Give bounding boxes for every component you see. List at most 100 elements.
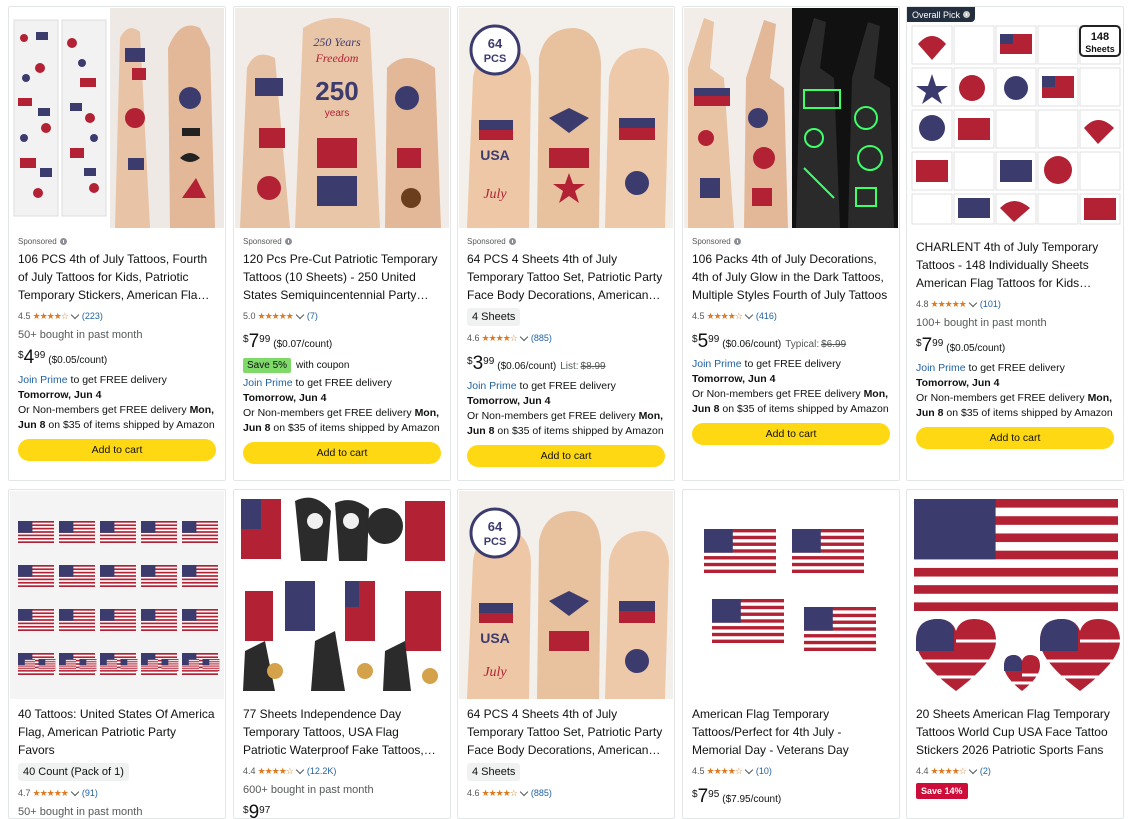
chevron-down-icon [70,787,80,796]
info-icon[interactable] [59,237,67,245]
nonmember-suffix: on $35 of items shipped by Amazon [45,419,215,431]
price[interactable]: $ 3 99 ($0.06/count) List: $8.99 [467,354,665,376]
years-small-text: years [325,108,349,119]
product-image-8[interactable]: 64 PCS USA July [459,491,673,699]
overall-pick-label: Overall Pick [912,9,961,20]
add-to-cart-button[interactable]: Add to cart [467,445,665,467]
chevron-down-icon [295,310,305,319]
rating-value: 4.4 [916,766,929,776]
sponsored-label: Sponsored [18,235,216,247]
product-title[interactable]: 40 Tattoos: United States Of America Fla… [18,705,216,759]
add-to-cart-button[interactable]: Add to cart [692,423,890,445]
rating-row[interactable]: 4.4 ★★★★☆ (2) [916,765,1114,777]
product-title[interactable]: 120 Pcs Pre-Cut Patriotic Temporary Tatt… [243,250,441,304]
product-image-3[interactable]: 64 PCS USA July [459,8,673,228]
price-whole: 7 [921,335,933,356]
product-image-7[interactable] [235,491,449,699]
product-title[interactable]: American Flag Temporary Tattoos/Perfect … [692,705,890,759]
product-card-6[interactable]: 40 Tattoos: United States Of America Fla… [8,489,226,819]
price-whole: 9 [248,802,260,819]
rating-row[interactable]: 4.5 ★★★★☆ (416) [692,310,890,322]
add-to-cart-button[interactable]: Add to cart [916,427,1114,449]
price[interactable]: $ 7 95 ($7.95/count) [692,787,890,809]
rating-row[interactable]: 4.4 ★★★★☆ (12.2K) [243,765,441,777]
product-image-2[interactable]: 250 Years Freedom 250 years [235,8,449,228]
chevron-down-icon [744,310,754,319]
product-card-8[interactable]: 64 PCS USA July 64 PCS 4 Sheets 4th of J… [457,489,675,819]
rating-row[interactable]: 5.0 ★★★★★ (7) [243,310,441,322]
rating-row[interactable]: 4.5 ★★★★☆ (10) [692,765,890,777]
product-title[interactable]: 64 PCS 4 Sheets 4th of July Temporary Ta… [467,250,665,304]
typical-price: Typical: $6.99 [785,339,847,350]
info-icon[interactable] [508,237,516,245]
size-option[interactable]: 40 Count (Pack of 1) [18,763,129,781]
product-title[interactable]: 64 PCS 4 Sheets 4th of July Temporary Ta… [467,705,665,759]
unit-price: ($0.06/count) [722,339,782,350]
product-card-3[interactable]: 64 PCS USA July Sponsored 64 PCS 4 Sheet… [457,6,675,481]
product-title[interactable]: 106 PCS 4th of July Tattoos, Fourth of J… [18,250,216,304]
product-card-7[interactable]: 77 Sheets Independence Day Temporary Tat… [233,489,451,819]
rating-row[interactable]: 4.6 ★★★★☆ (885) [467,332,665,344]
join-prime-link[interactable]: Join Prime [916,362,966,374]
product-card-2[interactable]: 250 Years Freedom 250 years Sponsored 12… [233,6,451,481]
rating-row[interactable]: 4.7 ★★★★★ (91) [18,787,216,799]
rating-row[interactable]: 4.5 ★★★★☆ (223) [18,310,216,322]
size-option[interactable]: 4 Sheets [467,763,521,781]
product-card-10[interactable]: 20 Sheets American Flag Temporary Tattoo… [906,489,1124,819]
review-count[interactable]: (91) [82,788,98,798]
size-option[interactable]: 4 Sheets [467,308,521,326]
deal-badge: Save 14% [916,783,968,799]
delivery-info: Join Prime to get FREE delivery Tomorrow… [18,373,216,433]
product-title[interactable]: 20 Sheets American Flag Temporary Tattoo… [916,705,1114,759]
add-to-cart-button[interactable]: Add to cart [18,439,216,461]
price[interactable]: $ 4 99 ($0.05/count) [18,348,216,370]
star-rating-icon: ★★★★☆ [930,765,967,776]
join-prime-link[interactable]: Join Prime [467,380,517,392]
price-fraction: 99 [932,338,944,349]
add-to-cart-button[interactable]: Add to cart [243,442,441,464]
bought-count: 600+ bought in past month [243,784,374,796]
product-title[interactable]: CHARLENT 4th of July Temporary Tattoos -… [916,238,1114,292]
price[interactable]: $ 7 99 ($0.05/count) [916,336,1114,358]
coupon[interactable]: Save 5% with coupon [243,358,441,373]
product-image-10[interactable] [908,491,1122,699]
chevron-down-icon [519,332,529,341]
join-prime-link[interactable]: Join Prime [692,358,742,370]
review-count[interactable]: (7) [307,311,318,321]
join-prime-link[interactable]: Join Prime [18,374,68,386]
price[interactable]: $ 9 97 [243,803,441,819]
review-count[interactable]: (10) [756,766,772,776]
rating-value: 5.0 [243,311,256,321]
product-image-9[interactable] [684,491,898,699]
price[interactable]: $ 5 99 ($0.06/count) Typical: $6.99 [692,332,890,354]
product-image-5[interactable]: 148 Sheets [908,8,1122,228]
info-icon[interactable] [284,237,292,245]
review-count[interactable]: (223) [82,311,103,321]
product-title[interactable]: 77 Sheets Independence Day Temporary Tat… [243,705,441,759]
product-image-4[interactable] [684,8,898,228]
product-image-1[interactable] [10,8,224,228]
product-card-5[interactable]: 148 Sheets CHARLENT 4th of July Temporar… [906,6,1124,481]
review-count[interactable]: (416) [756,311,777,321]
review-count[interactable]: (885) [531,333,552,343]
rating-row[interactable]: 4.6 ★★★★☆ (885) [467,787,665,799]
chevron-down-icon [744,765,754,774]
product-title[interactable]: 106 Packs 4th of July Decorations, 4th o… [692,250,890,304]
eagle-tattoo-image [235,491,449,699]
product-card-9[interactable]: American Flag Temporary Tattoos/Perfect … [682,489,900,819]
info-icon[interactable] [733,237,741,245]
review-count[interactable]: (2) [980,766,991,776]
info-icon[interactable] [963,11,971,18]
pcs-badge-number: 64 [488,519,503,534]
review-count[interactable]: (885) [531,788,552,798]
product-card-4[interactable]: Sponsored 106 Packs 4th of July Decorati… [682,6,900,481]
product-image-6[interactable] [10,491,224,699]
review-count[interactable]: (12.2K) [307,766,337,776]
nonmember-text: Or Non-members get FREE delivery [243,407,415,419]
sponsored-label: Sponsored [467,235,665,247]
review-count[interactable]: (101) [980,299,1001,309]
join-prime-link[interactable]: Join Prime [243,377,293,389]
product-card-1[interactable]: Sponsored 106 PCS 4th of July Tattoos, F… [8,6,226,481]
price[interactable]: $ 7 99 ($0.07/count) [243,332,441,354]
rating-row[interactable]: 4.8 ★★★★★ (101) [916,298,1114,310]
